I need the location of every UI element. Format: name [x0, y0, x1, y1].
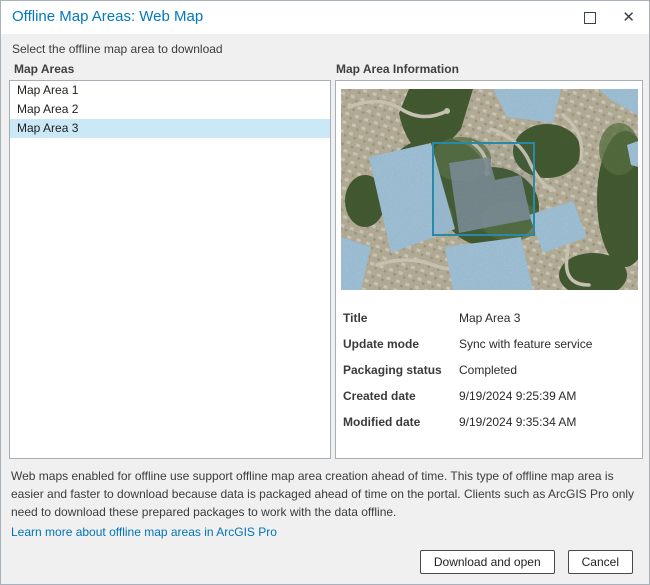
offline-description-text: Web maps enabled for offline use support…: [11, 467, 643, 521]
detail-value: Sync with feature service: [459, 337, 592, 351]
cancel-button[interactable]: Cancel: [568, 550, 633, 574]
detail-value: Map Area 3: [459, 311, 520, 325]
offline-map-areas-dialog: Offline Map Areas: Web Map ✕ Select the …: [0, 0, 650, 585]
dialog-subtitle: Select the offline map area to download: [12, 42, 223, 56]
dialog-title: Offline Map Areas: Web Map: [12, 8, 203, 25]
photo-grain: [341, 89, 638, 290]
detail-row-update-mode: Update mode Sync with feature service: [343, 331, 635, 357]
learn-more-link[interactable]: Learn more about offline map areas in Ar…: [11, 525, 277, 539]
detail-label: Created date: [343, 389, 459, 403]
map-areas-list: Map Area 1 Map Area 2 Map Area 3: [9, 80, 331, 459]
list-item-map-area-1[interactable]: Map Area 1: [10, 81, 330, 100]
map-area-details: Title Map Area 3 Update mode Sync with f…: [343, 305, 635, 435]
detail-label: Update mode: [343, 337, 459, 351]
detail-value: Completed: [459, 363, 517, 377]
list-item-map-area-2[interactable]: Map Area 2: [10, 100, 330, 119]
map-areas-label: Map Areas: [14, 62, 74, 76]
detail-label: Modified date: [343, 415, 459, 429]
map-area-information-label: Map Area Information: [336, 62, 459, 76]
aerial-map-preview-image: [341, 89, 638, 290]
map-area-information-panel: Title Map Area 3 Update mode Sync with f…: [335, 80, 643, 459]
title-bar: Offline Map Areas: Web Map ✕: [1, 1, 649, 34]
maximize-icon[interactable]: [584, 12, 596, 24]
detail-value: 9/19/2024 9:25:39 AM: [459, 389, 576, 403]
detail-label: Packaging status: [343, 363, 459, 377]
detail-value: 9/19/2024 9:35:34 AM: [459, 415, 576, 429]
close-icon[interactable]: ✕: [622, 10, 635, 25]
detail-row-title: Title Map Area 3: [343, 305, 635, 331]
detail-row-modified-date: Modified date 9/19/2024 9:35:34 AM: [343, 409, 635, 435]
download-and-open-button[interactable]: Download and open: [420, 550, 555, 574]
action-button-row: Download and open Cancel: [420, 550, 633, 574]
detail-row-created-date: Created date 9/19/2024 9:25:39 AM: [343, 383, 635, 409]
detail-label: Title: [343, 311, 459, 325]
detail-row-packaging-status: Packaging status Completed: [343, 357, 635, 383]
list-item-map-area-3-selected[interactable]: Map Area 3: [10, 119, 330, 138]
window-controls: ✕: [584, 1, 635, 34]
